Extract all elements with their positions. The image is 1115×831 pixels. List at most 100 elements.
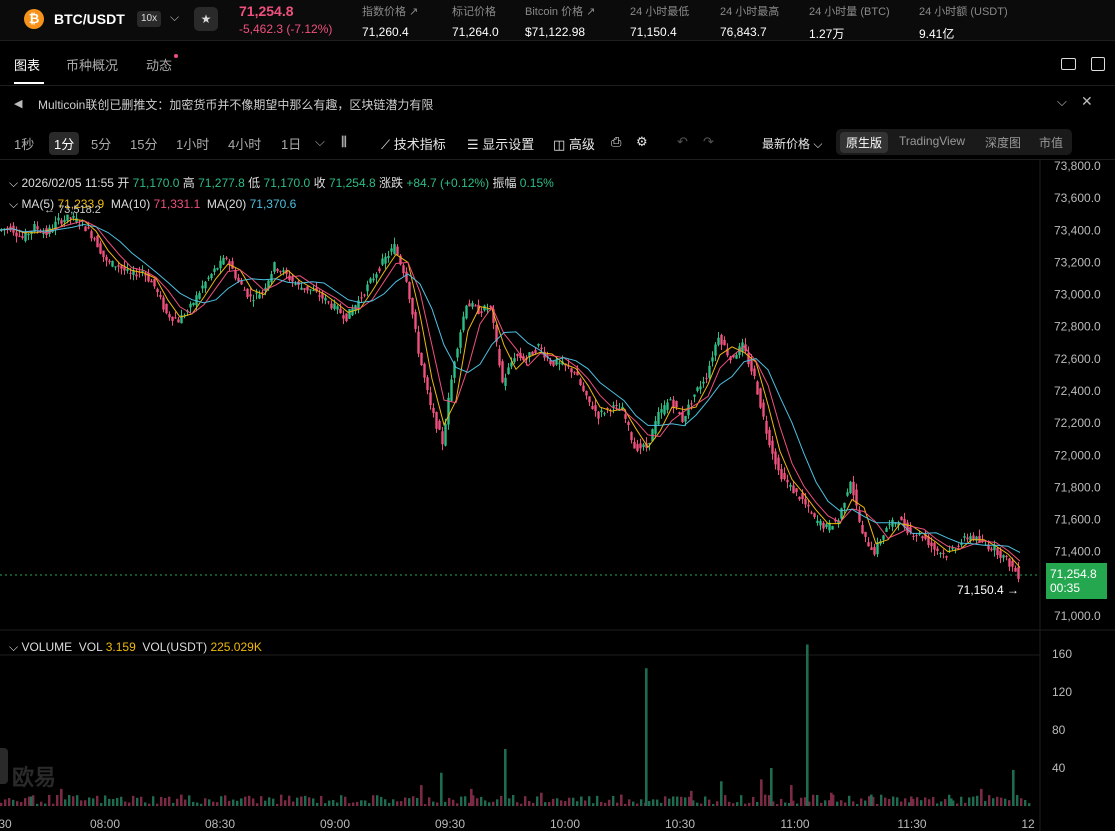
- chevron-down-icon[interactable]: ⌵: [170, 10, 179, 25]
- time-tick-label: 11:00: [780, 817, 809, 831]
- candle-body: [372, 278, 375, 281]
- candle-body: [810, 512, 813, 514]
- candle-body: [735, 354, 738, 359]
- side-panel-handle[interactable]: [0, 748, 8, 784]
- volume-bar: [504, 749, 507, 806]
- tab-news[interactable]: 动态: [146, 55, 172, 74]
- redo-icon[interactable]: ↷: [703, 134, 714, 150]
- candle-body: [126, 269, 129, 271]
- volume-bar: [664, 796, 667, 806]
- candle-body: [825, 524, 828, 528]
- high-label: 高: [182, 176, 195, 190]
- volume-bar: [988, 795, 991, 806]
- announcement-text[interactable]: Multicoin联创已删推文：加密货币并不像期望中那么有趣，区块链潜力有限: [38, 96, 433, 113]
- chevron-down-icon[interactable]: ⌵: [315, 134, 325, 150]
- view-market-cap[interactable]: 市值: [1039, 134, 1063, 151]
- share-icon[interactable]: ⎙: [611, 134, 621, 150]
- volume-bar: [960, 796, 963, 806]
- undo-icon[interactable]: ↶: [677, 134, 688, 150]
- candle-body: [780, 469, 783, 480]
- fullscreen-icon[interactable]: [1091, 57, 1105, 71]
- favorite-star-button[interactable]: ★: [194, 7, 218, 31]
- volume-bar: [584, 800, 587, 806]
- timeframe-1m[interactable]: 1分: [49, 132, 80, 155]
- volume-bar: [980, 788, 983, 806]
- price-mode-select[interactable]: 最新价格 ⌵: [762, 135, 822, 152]
- chevron-down-icon[interactable]: ⌵: [9, 197, 21, 211]
- candle-body: [480, 311, 483, 313]
- chevron-down-icon[interactable]: ⌵: [9, 640, 21, 654]
- last-price: 71,254.8: [239, 3, 294, 19]
- timeframe-1h[interactable]: 1小时: [176, 134, 209, 153]
- candle-body: [1002, 555, 1005, 558]
- gear-icon[interactable]: ⚙: [636, 134, 648, 150]
- display-settings-button[interactable]: ☰ 显示设置: [467, 134, 534, 153]
- candle-body: [846, 492, 849, 496]
- indicators-button[interactable]: ⟋ 技术指标: [381, 134, 446, 153]
- volume-bar: [864, 800, 867, 806]
- volume-bar: [700, 803, 703, 806]
- volume-bar: [870, 794, 873, 806]
- chevron-down-icon[interactable]: ⌵: [9, 176, 21, 190]
- volume-bar: [964, 802, 967, 806]
- view-native[interactable]: 原生版: [840, 132, 889, 153]
- tab-chart[interactable]: 图表: [14, 55, 40, 74]
- candle-body: [153, 278, 156, 287]
- candle-body: [636, 444, 639, 451]
- volume-bar: [492, 801, 495, 806]
- volume-bar: [224, 795, 227, 806]
- candle-body: [90, 231, 93, 239]
- stat-label: 24 小时额 (USDT): [919, 6, 1008, 18]
- timeframe-1d[interactable]: 1日: [281, 134, 301, 153]
- list-icon: ☰: [467, 137, 483, 152]
- pair-name[interactable]: BTC/USDT: [54, 11, 125, 27]
- candle-body: [534, 350, 537, 354]
- layout-icon[interactable]: [1061, 58, 1076, 70]
- candle-body: [1008, 558, 1011, 567]
- ma20-line: [0, 223, 1021, 553]
- volume-bar: [56, 794, 59, 806]
- volume-bar: [470, 788, 473, 806]
- close-icon[interactable]: ✕: [1081, 93, 1093, 110]
- volume-bar: [932, 796, 935, 806]
- view-depth[interactable]: 深度图: [985, 134, 1021, 151]
- chart-svg[interactable]: 73,800.0 73,600.0 73,400.0 73,200.0 73,000.0…: [0, 159, 1115, 831]
- candle-body: [687, 404, 690, 416]
- timeframe-15m[interactable]: 15分: [130, 134, 157, 153]
- advanced-button[interactable]: ◫ 高级: [553, 134, 595, 153]
- tab-coin-overview[interactable]: 币种概况: [66, 55, 118, 74]
- candle-body: [702, 381, 705, 384]
- stat-24h-volume: 24 小时量 (BTC) 1.27万: [809, 3, 890, 42]
- active-tab-indicator: [14, 82, 44, 84]
- volume-bar: [600, 801, 603, 806]
- timeframe-1s[interactable]: 1秒: [14, 134, 34, 153]
- candle-body: [36, 226, 39, 230]
- volume-bar: [236, 800, 239, 806]
- chevron-down-icon[interactable]: ⌵: [1057, 94, 1067, 110]
- stat-index-price[interactable]: 指数价格 ↗ 71,260.4: [362, 3, 418, 39]
- timeframe-5m[interactable]: 5分: [91, 134, 111, 153]
- stat-bitcoin-price[interactable]: Bitcoin 价格 ↗ $71,122.98: [525, 3, 595, 39]
- volume-bar: [840, 800, 843, 806]
- candle-body: [408, 281, 411, 300]
- timeframe-4h[interactable]: 4小时: [228, 134, 261, 153]
- candle-body: [771, 440, 774, 454]
- candle-body: [324, 297, 327, 301]
- stat-value: $71,122.98: [525, 25, 586, 39]
- candle-body: [804, 499, 807, 505]
- stat-label: 标记价格: [452, 6, 496, 18]
- view-tradingview[interactable]: TradingView: [899, 134, 965, 148]
- candlestick-chart[interactable]: 73,800.0 73,600.0 73,400.0 73,200.0 73,000.0…: [0, 159, 1115, 831]
- candle-body: [891, 519, 894, 527]
- candle-body: [171, 316, 174, 321]
- candle-body: [1017, 567, 1020, 579]
- candle-body: [162, 297, 165, 310]
- volume-bar: [816, 794, 819, 806]
- candle-type-icon[interactable]: ⫼: [341, 134, 347, 150]
- candle-body: [996, 548, 999, 556]
- price-tick-label: 73,200.0: [1054, 255, 1101, 269]
- candle-body: [597, 411, 600, 419]
- volume-bar: [92, 798, 95, 806]
- candle-body: [513, 358, 516, 362]
- volume-bar: [444, 801, 447, 806]
